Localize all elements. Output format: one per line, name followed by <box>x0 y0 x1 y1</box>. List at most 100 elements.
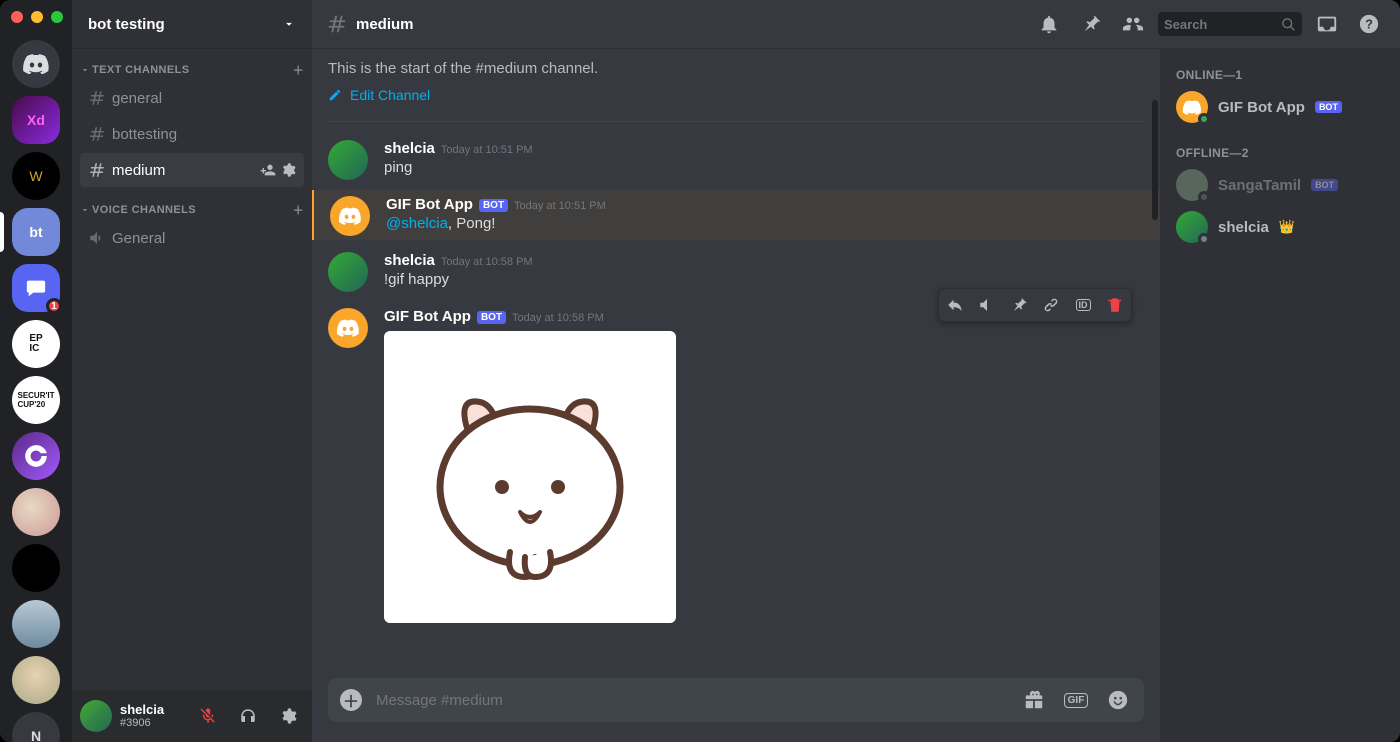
chat-bubble-icon <box>25 277 47 299</box>
author-name[interactable]: GIF Bot App <box>386 196 473 213</box>
gif-attachment[interactable] <box>384 331 676 623</box>
self-info[interactable]: shelcia #3906 <box>120 703 184 729</box>
hash-icon <box>88 161 106 179</box>
author-name[interactable]: shelcia <box>384 252 435 269</box>
member-shelcia[interactable]: shelcia 👑 <box>1168 206 1392 248</box>
message-text: @shelcia, Pong! <box>386 215 1144 232</box>
speak-icon[interactable] <box>971 289 1003 321</box>
maximize-window[interactable] <box>51 11 63 23</box>
category-voice[interactable]: VOICE CHANNELS ＋ <box>72 188 312 220</box>
add-channel-icon[interactable]: ＋ <box>293 62 304 78</box>
gif-picker-icon[interactable]: GIF <box>1062 689 1090 711</box>
guild-bt-active[interactable]: bt <box>12 208 60 256</box>
guild-blue[interactable]: 1 <box>12 264 60 312</box>
voice-general[interactable]: General <box>80 221 304 255</box>
guild-photo2[interactable] <box>12 656 60 704</box>
channel-label: General <box>112 230 296 247</box>
help-icon[interactable]: ? <box>1352 13 1386 35</box>
author-avatar[interactable] <box>330 196 370 236</box>
message-list[interactable]: This is the start of the #medium channel… <box>312 48 1160 678</box>
guild-securit[interactable]: SECUR'ITCUP'20 <box>12 376 60 424</box>
message-input-box[interactable]: ＋ GIF <box>328 678 1144 722</box>
timestamp: Today at 10:51 PM <box>441 144 533 156</box>
edit-channel-link[interactable]: Edit Channel <box>328 87 430 103</box>
copy-link-icon[interactable] <box>1035 289 1067 321</box>
search-placeholder: Search <box>1164 17 1207 32</box>
g-logo-icon <box>23 443 49 469</box>
channel-bottesting[interactable]: bottesting <box>80 117 304 151</box>
guild-rail: Xd W bt 1 EPIC SECUR'ITCUP'20 N <box>0 0 72 742</box>
message-text: ping <box>384 159 1144 176</box>
message: GIF Bot App BOT Today at 10:58 PM <box>328 302 1144 633</box>
category-voice-label: VOICE CHANNELS <box>92 204 196 216</box>
minimize-window[interactable] <box>31 11 43 23</box>
member-list: ONLINE—1 GIF Bot App BOT OFFLINE—2 <box>1160 48 1400 742</box>
member-gif-bot[interactable]: GIF Bot App BOT <box>1168 86 1392 128</box>
speaker-icon <box>88 229 106 247</box>
author-avatar[interactable] <box>328 308 368 348</box>
gift-icon[interactable] <box>1020 689 1048 711</box>
bot-tag: BOT <box>1311 179 1338 191</box>
chat-column: This is the start of the #medium channel… <box>312 48 1160 742</box>
svg-text:?: ? <box>1365 17 1373 32</box>
server-name: bot testing <box>88 16 165 33</box>
invite-icon[interactable] <box>260 162 276 178</box>
members-icon[interactable] <box>1116 13 1150 35</box>
self-avatar[interactable] <box>80 700 112 732</box>
gear-icon[interactable] <box>280 162 296 178</box>
scrollbar[interactable] <box>1152 100 1158 620</box>
guild-epic[interactable]: EPIC <box>12 320 60 368</box>
close-window[interactable] <box>11 11 23 23</box>
channel-medium[interactable]: medium <box>80 153 304 187</box>
delete-icon[interactable] <box>1099 289 1131 321</box>
deafen-icon[interactable] <box>232 700 264 732</box>
composer: ＋ GIF <box>312 678 1160 742</box>
member-name: shelcia <box>1218 219 1269 236</box>
message-text: !gif happy <box>384 271 1144 288</box>
guild-w[interactable]: W <box>12 152 60 200</box>
add-voice-channel-icon[interactable]: ＋ <box>293 202 304 218</box>
bot-tag: BOT <box>477 311 506 324</box>
pin-icon[interactable] <box>1074 13 1108 35</box>
add-attachment-icon[interactable]: ＋ <box>340 689 362 711</box>
discord-logo-icon <box>336 319 360 337</box>
guild-photo1[interactable] <box>12 488 60 536</box>
author-avatar[interactable] <box>328 140 368 180</box>
server-header[interactable]: bot testing <box>72 0 312 48</box>
search-icon <box>1281 17 1296 32</box>
author-name[interactable]: shelcia <box>384 140 435 157</box>
guild-stripes[interactable] <box>12 600 60 648</box>
main-panel: medium Search ? This is the start of the… <box>312 0 1400 742</box>
mention[interactable]: @shelcia <box>386 215 448 232</box>
member-sangatamil[interactable]: SangaTamil BOT <box>1168 164 1392 206</box>
author-avatar[interactable] <box>328 252 368 292</box>
settings-icon[interactable] <box>272 700 304 732</box>
timestamp: Today at 10:58 PM <box>441 256 533 268</box>
author-name[interactable]: GIF Bot App <box>384 308 471 325</box>
inbox-icon[interactable] <box>1310 13 1344 35</box>
emoji-icon[interactable] <box>1104 689 1132 711</box>
pin-message-icon[interactable] <box>1003 289 1035 321</box>
message: shelcia Today at 10:51 PM ping <box>328 134 1144 184</box>
guild-bt-label: bt <box>29 224 42 240</box>
mute-icon[interactable] <box>192 700 224 732</box>
guild-badge: 1 <box>46 298 62 314</box>
guild-n[interactable]: N <box>12 712 60 742</box>
guild-n-label: N <box>31 728 41 742</box>
message-input[interactable] <box>376 692 1006 709</box>
reply-icon[interactable] <box>939 289 971 321</box>
guild-xd[interactable]: Xd <box>12 96 60 144</box>
timestamp: Today at 10:58 PM <box>512 312 604 324</box>
pencil-icon <box>328 88 342 102</box>
home-button[interactable] <box>12 40 60 88</box>
search-box[interactable]: Search <box>1158 12 1302 36</box>
self-tag: #3906 <box>120 717 184 729</box>
guild-black[interactable] <box>12 544 60 592</box>
notifications-icon[interactable] <box>1032 13 1066 35</box>
guild-g[interactable] <box>12 432 60 480</box>
owner-crown-icon: 👑 <box>1279 219 1295 235</box>
category-text[interactable]: TEXT CHANNELS ＋ <box>72 48 312 80</box>
channel-general[interactable]: general <box>80 81 304 115</box>
user-bar: shelcia #3906 <box>72 690 312 742</box>
copy-id-icon[interactable]: ID <box>1067 289 1099 321</box>
